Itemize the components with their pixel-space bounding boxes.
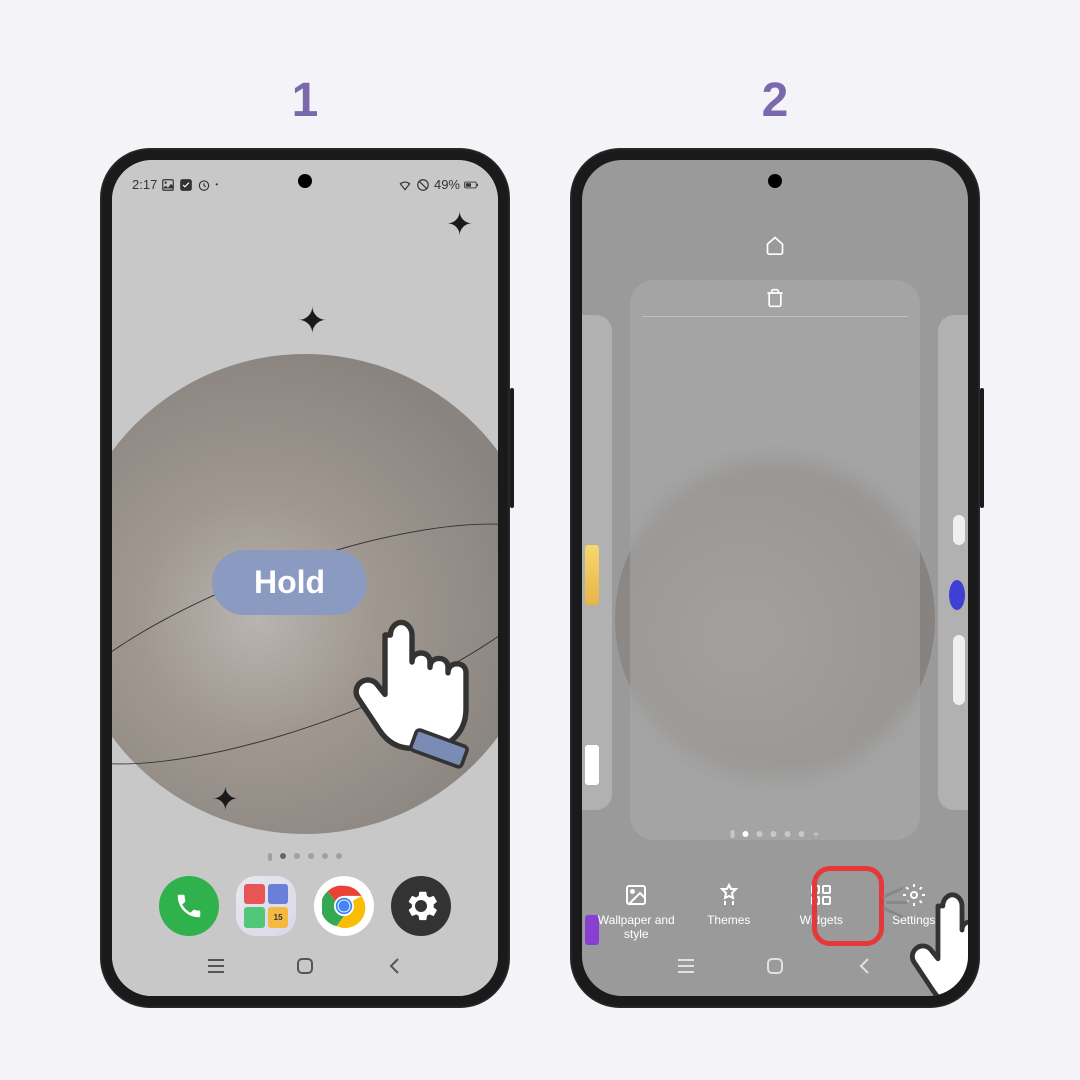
back-button[interactable] bbox=[382, 954, 406, 978]
sparkle-icon: ✦ bbox=[446, 205, 473, 243]
alarm-icon bbox=[197, 178, 211, 192]
navigation-bar bbox=[112, 946, 498, 986]
wallpaper-icon bbox=[624, 883, 648, 907]
themes-label: Themes bbox=[707, 913, 750, 927]
page-dot bbox=[336, 853, 342, 859]
hand-cursor-icon bbox=[322, 590, 498, 770]
wallpaper-label: Wallpaper and style bbox=[591, 913, 681, 941]
page-dot bbox=[770, 831, 776, 837]
page-indicator bbox=[268, 853, 342, 861]
image-icon bbox=[161, 178, 175, 192]
home-outline-icon[interactable] bbox=[765, 235, 785, 255]
wifi-icon bbox=[398, 178, 412, 192]
page-dot-active bbox=[742, 831, 748, 837]
page-dot bbox=[308, 853, 314, 859]
panel-preview-right[interactable] bbox=[938, 315, 968, 810]
page-dot bbox=[268, 853, 272, 861]
step-2-container: 2 bbox=[570, 73, 980, 1008]
phone-app-icon[interactable] bbox=[159, 876, 219, 936]
recents-button[interactable] bbox=[674, 954, 698, 978]
page-dot bbox=[756, 831, 762, 837]
back-button[interactable] bbox=[852, 954, 876, 978]
themes-button[interactable]: Themes bbox=[684, 883, 774, 941]
sparkle-icon: ✦ bbox=[297, 300, 327, 342]
divider bbox=[642, 316, 908, 317]
page-dot bbox=[294, 853, 300, 859]
page-dot bbox=[784, 831, 790, 837]
sparkle-icon: ✦ bbox=[212, 780, 239, 818]
page-dot bbox=[730, 830, 734, 838]
hand-cursor-icon bbox=[882, 866, 968, 996]
page-dot-active bbox=[280, 853, 286, 859]
chrome-app-icon[interactable] bbox=[314, 876, 374, 936]
highlight-box bbox=[812, 866, 884, 946]
trash-icon[interactable] bbox=[765, 288, 785, 308]
screen-2: + Wallpaper and style Themes Widgets bbox=[582, 160, 968, 996]
status-time: 2:17 bbox=[132, 177, 157, 192]
phone-frame-2: + Wallpaper and style Themes Widgets bbox=[570, 148, 980, 1008]
phone-frame-1: ✦ ✦ ✦ 2:17 • 49% bbox=[100, 148, 510, 1008]
settings-app-icon[interactable] bbox=[391, 876, 451, 936]
step-1-label: 1 bbox=[292, 73, 319, 128]
themes-icon bbox=[717, 883, 741, 907]
camera-notch bbox=[298, 174, 312, 188]
home-panel-preview[interactable] bbox=[630, 280, 920, 840]
add-page-icon[interactable]: + bbox=[812, 827, 819, 841]
battery-icon bbox=[464, 178, 478, 192]
wallpaper-style-button[interactable]: Wallpaper and style bbox=[591, 883, 681, 941]
screen-1: ✦ ✦ ✦ 2:17 • 49% bbox=[112, 160, 498, 996]
no-signal-icon bbox=[416, 178, 430, 192]
camera-notch bbox=[768, 174, 782, 188]
home-button[interactable] bbox=[763, 954, 787, 978]
page-dot bbox=[322, 853, 328, 859]
home-button[interactable] bbox=[293, 954, 317, 978]
status-battery: 49% bbox=[434, 177, 460, 192]
check-icon bbox=[179, 178, 193, 192]
page-dot bbox=[798, 831, 804, 837]
widgets-app-icon[interactable] bbox=[236, 876, 296, 936]
app-dock bbox=[112, 876, 498, 936]
panel-preview-left[interactable] bbox=[582, 315, 612, 810]
page-indicator: + bbox=[730, 827, 819, 841]
status-more-icon: • bbox=[215, 180, 218, 189]
step-2-label: 2 bbox=[762, 73, 789, 128]
recents-button[interactable] bbox=[204, 954, 228, 978]
step-1-container: 1 ✦ ✦ ✦ 2:17 • bbox=[100, 73, 510, 1008]
